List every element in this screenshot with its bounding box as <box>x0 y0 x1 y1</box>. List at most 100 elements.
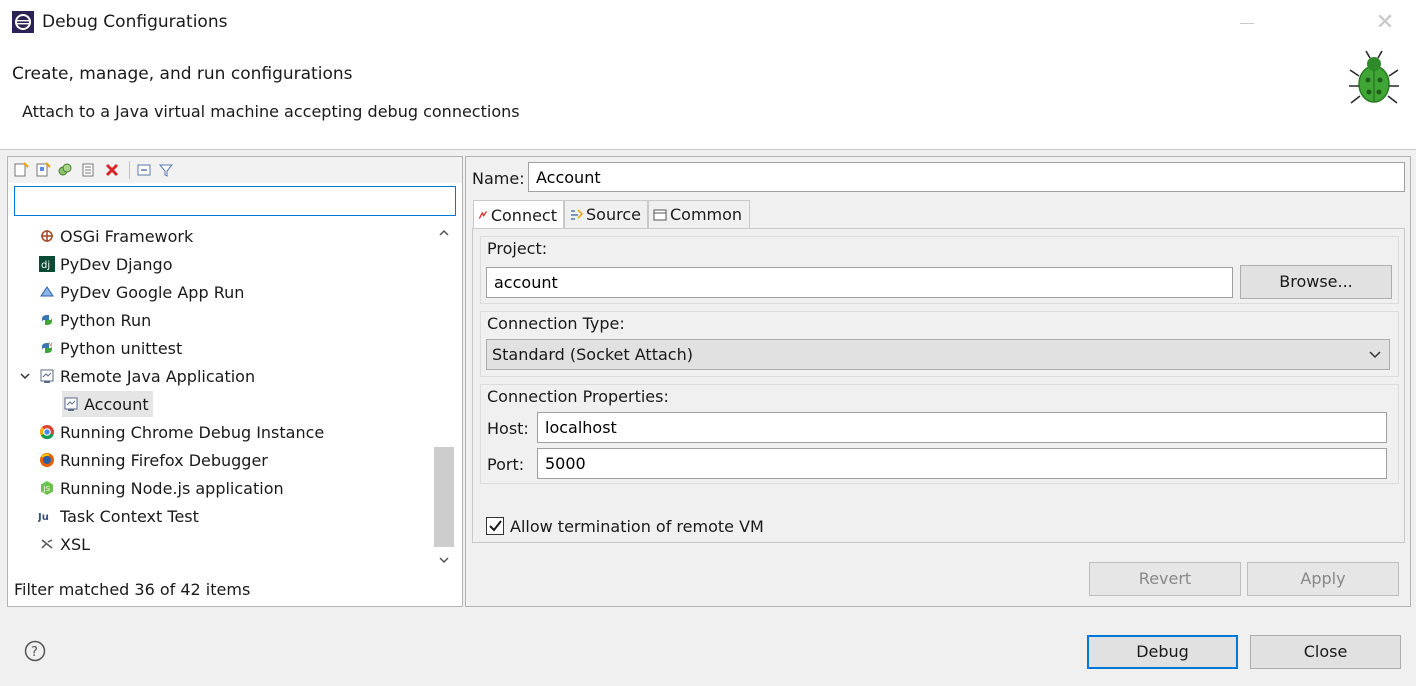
source-icon <box>571 209 583 220</box>
scroll-down-arrow[interactable] <box>432 549 456 571</box>
toolbar-separator <box>129 161 130 179</box>
chevron-down-icon <box>1369 351 1381 359</box>
host-input[interactable] <box>537 412 1387 443</box>
connection-type-label: Connection Type: <box>487 314 625 333</box>
duplicate-icon[interactable] <box>57 162 73 178</box>
tree-item-remote-java-application[interactable]: Remote Java Application <box>18 363 255 389</box>
google-app-icon <box>38 283 56 301</box>
help-icon[interactable]: ? <box>24 640 46 662</box>
host-label: Host: <box>487 419 529 438</box>
tree-item-label: Remote Java Application <box>60 366 256 386</box>
connect-icon <box>478 211 487 219</box>
xsl-icon <box>38 535 56 553</box>
tree-item-label: PyDev Django <box>60 254 173 274</box>
junit-icon: Ju <box>38 507 56 525</box>
minimize-button[interactable] <box>1232 8 1262 38</box>
remote-java-icon <box>62 395 80 413</box>
new-config-icon[interactable] <box>13 162 29 178</box>
connection-properties-group: Connection Properties: Host: Port: <box>480 384 1399 484</box>
connect-tab-panel: Project: Browse... Connection Type: Stan… <box>472 228 1405 543</box>
tree-item-python-run[interactable]: Python Run <box>38 307 151 333</box>
configuration-editor-pane: Name: Connect Source Common Project: Bro… <box>465 156 1411 607</box>
connection-type-select[interactable]: Standard (Socket Attach) <box>486 339 1390 370</box>
allow-termination-checkbox[interactable] <box>486 517 504 535</box>
header-message: Attach to a Java virtual machine accepti… <box>22 102 520 121</box>
svg-text:?: ? <box>31 645 38 660</box>
scroll-thumb[interactable] <box>434 447 454 547</box>
connection-properties-label: Connection Properties: <box>487 387 669 406</box>
tree-item-running-firefox-debugger[interactable]: Running Firefox Debugger <box>38 447 268 473</box>
osgi-icon <box>38 227 56 245</box>
new-prototype-icon[interactable] <box>35 162 51 178</box>
filter-input[interactable] <box>14 186 456 216</box>
tree-item-label: XSL <box>60 534 91 554</box>
close-window-button[interactable]: ✕ <box>1370 8 1400 38</box>
tree-item-label: Running Chrome Debug Instance <box>60 422 325 442</box>
tree-item-label: Account <box>84 394 149 414</box>
allow-termination-label: Allow termination of remote VM <box>510 517 764 536</box>
filter-status: Filter matched 36 of 42 items <box>14 580 251 599</box>
common-icon <box>653 209 667 220</box>
firefox-icon <box>38 451 56 469</box>
tree-item-running-chrome-debug-instance[interactable]: Running Chrome Debug Instance <box>38 419 324 445</box>
tree-item-xsl[interactable]: XSL <box>38 531 90 557</box>
browse-button[interactable]: Browse... <box>1240 265 1392 299</box>
project-input[interactable] <box>486 267 1233 298</box>
tab-label: Connect <box>490 205 557 225</box>
tree-item-pydev-django[interactable]: dj PyDev Django <box>38 251 173 277</box>
tree-scrollbar[interactable] <box>432 223 456 571</box>
tree-item-label: OSGi Framework <box>60 226 194 246</box>
svg-text:JS: JS <box>43 485 51 493</box>
tree-item-label: Running Node.js application <box>60 478 284 498</box>
tab-connect[interactable]: Connect <box>473 200 564 229</box>
name-label: Name: <box>472 169 525 188</box>
tree-item-label: Python unittest <box>60 338 183 358</box>
tree-item-label: Task Context Test <box>60 506 199 526</box>
delete-icon[interactable] <box>104 162 120 178</box>
name-input[interactable] <box>528 162 1405 192</box>
scroll-up-arrow[interactable] <box>432 223 456 243</box>
tab-label: Source <box>586 205 641 224</box>
svg-text:v: v <box>49 341 53 348</box>
checkmark-icon <box>489 520 502 532</box>
tab-source[interactable]: Source <box>564 200 648 228</box>
python-icon <box>38 311 56 329</box>
remote-java-icon <box>38 367 56 385</box>
eclipse-app-icon <box>12 11 34 33</box>
header-title: Create, manage, and run configurations <box>12 64 353 84</box>
connection-type-value: Standard (Socket Attach) <box>492 345 693 364</box>
configuration-list-pane: OSGi Framework dj PyDev Django PyDev Goo… <box>7 156 463 607</box>
nodejs-icon: JS <box>38 479 56 497</box>
tree-item-osgi-framework[interactable]: OSGi Framework <box>38 223 193 249</box>
python-unittest-icon: v <box>38 339 56 357</box>
tab-common[interactable]: Common <box>648 200 750 228</box>
collapse-all-icon[interactable] <box>136 162 152 178</box>
port-label: Port: <box>487 455 525 474</box>
dialog-header: Create, manage, and run configurations A… <box>0 46 1416 150</box>
svg-text:Ju: Ju <box>38 512 49 523</box>
tree-item-task-context-test[interactable]: Ju Task Context Test <box>38 503 199 529</box>
project-label: Project: <box>487 239 548 258</box>
tree-item-account[interactable]: Account <box>62 391 153 417</box>
tree-item-pydev-google-app-run[interactable]: PyDev Google App Run <box>38 279 244 305</box>
tree-item-label: Running Firefox Debugger <box>60 450 268 470</box>
revert-button[interactable]: Revert <box>1089 562 1241 596</box>
django-icon: dj <box>38 255 56 273</box>
chevron-down-icon[interactable] <box>18 367 32 385</box>
configuration-tree: OSGi Framework dj PyDev Django PyDev Goo… <box>8 223 432 573</box>
export-icon[interactable] <box>80 162 96 178</box>
tree-item-running-nodejs-application[interactable]: JS Running Node.js application <box>38 475 284 501</box>
close-button[interactable]: Close <box>1250 635 1401 669</box>
tab-label: Common <box>670 205 743 224</box>
project-group: Project: Browse... <box>480 236 1399 304</box>
filter-icon[interactable] <box>158 162 174 178</box>
debug-button[interactable]: Debug <box>1087 635 1238 669</box>
port-input[interactable] <box>537 448 1387 479</box>
tree-item-label: Python Run <box>60 310 152 330</box>
chrome-icon <box>38 423 56 441</box>
apply-button[interactable]: Apply <box>1247 562 1399 596</box>
title-bar: Debug Configurations ✕ <box>0 0 1416 46</box>
window-title: Debug Configurations <box>42 12 228 32</box>
list-toolbar <box>8 157 462 183</box>
tree-item-python-unittest[interactable]: v Python unittest <box>38 335 182 361</box>
